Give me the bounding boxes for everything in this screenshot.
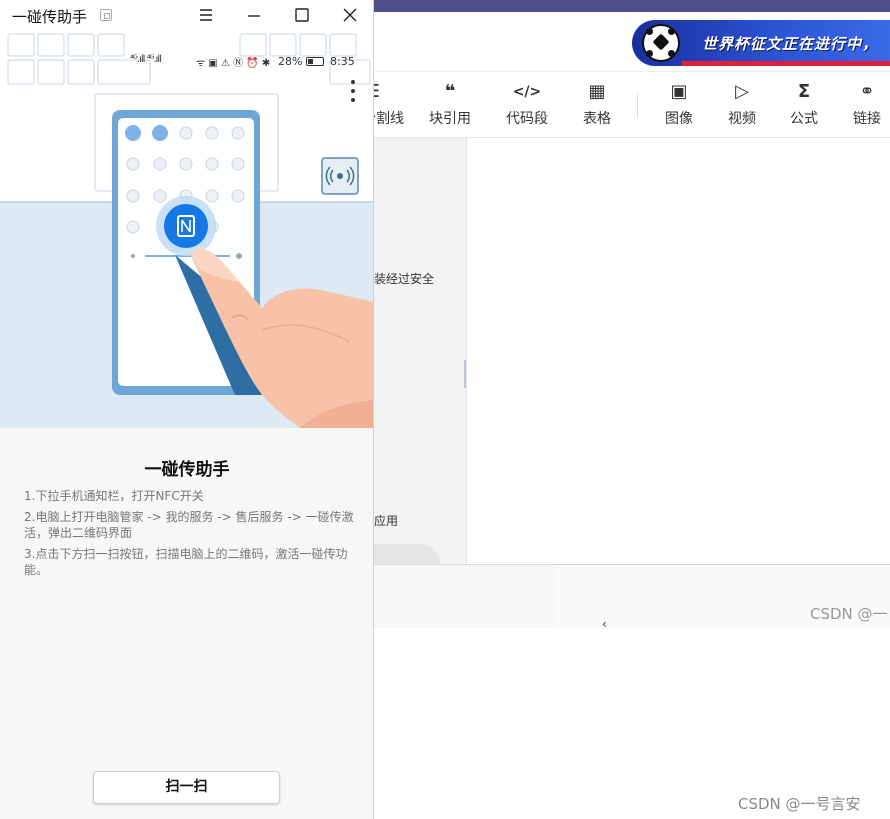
- guide-title: 一碰传助手: [144, 460, 230, 480]
- table-icon: ▦: [588, 81, 606, 102]
- code-icon: </>: [512, 84, 542, 100]
- guide-step: 3.点击下方扫一扫按钮，扫描电脑上的二维码，激活一碰传功能。: [24, 547, 348, 577]
- nfc-assistant-window: 一碰传助手 ⁴ᴳ.ıll ⁴ᴳ.ıll ᯤ ▣ ⚠ Ⓝ ⏰ ✱ 28% 8:35…: [0, 0, 374, 819]
- toolbar-link-button[interactable]: ⚭ 链接: [848, 80, 886, 130]
- cursor-caret: ‹: [602, 617, 607, 631]
- editor-side-panel: 装经过安全 应用: [374, 138, 466, 628]
- minimize-icon: [248, 15, 260, 17]
- toolbar-label: 代码段: [506, 111, 548, 127]
- pin-icon[interactable]: [100, 9, 112, 21]
- watermark-text: CSDN @一: [810, 605, 888, 623]
- football-icon: [642, 24, 680, 62]
- minimize-button[interactable]: [242, 3, 266, 27]
- battery-percent: 28%: [278, 55, 303, 68]
- link-icon: ⚭: [859, 81, 875, 102]
- editor-toolbar: ☰ 分割线 ❝ 块引用 </> 代码段 ▦ 表格 ▣ 图像 ▷ 视频 Σ 公式 …: [362, 72, 890, 138]
- guide-step: 1.下拉手机通知栏，打开NFC开关: [24, 489, 204, 503]
- banner-stripe: [682, 61, 890, 66]
- toolbar-label: 块引用: [429, 111, 471, 127]
- menu-button[interactable]: [194, 3, 218, 27]
- toolbar-image-button[interactable]: ▣ 图像: [660, 80, 698, 130]
- toolbar-label: 图像: [665, 111, 693, 127]
- scan-button[interactable]: 扫一扫: [93, 771, 280, 804]
- side-panel-text: 应用: [374, 514, 399, 528]
- more-options-button[interactable]: [346, 80, 360, 106]
- toolbar-code-button[interactable]: </> 代码段: [502, 80, 552, 130]
- status-icons: ᯤ ▣ ⚠ Ⓝ ⏰ ✱: [196, 58, 271, 69]
- close-button[interactable]: [338, 3, 362, 27]
- toolbar-video-button[interactable]: ▷ 视频: [723, 80, 761, 130]
- battery-icon: [306, 57, 324, 66]
- editor-top-strip: [374, 0, 890, 12]
- banner-text: 世界杯征文正在进行中，: [702, 35, 879, 53]
- video-icon: ▷: [735, 81, 749, 102]
- side-panel-text: 装经过安全: [374, 272, 435, 286]
- phone-status-bar: ⁴ᴳ.ıll ⁴ᴳ.ıll ᯤ ▣ ⚠ Ⓝ ⏰ ✱ 28% 8:35: [130, 54, 360, 70]
- hamburger-icon: [200, 9, 212, 21]
- toolbar-formula-button[interactable]: Σ 公式: [785, 80, 823, 130]
- signal-icon: ⁴ᴳ.ıll ⁴ᴳ.ıll: [130, 54, 162, 65]
- world-cup-banner[interactable]: 世界杯征文正在进行中，: [632, 20, 890, 66]
- quote-icon: ❝: [444, 81, 456, 102]
- toolbar-quote-button[interactable]: ❝ 块引用: [426, 80, 474, 130]
- toolbar-table-button[interactable]: ▦ 表格: [578, 80, 616, 130]
- phone-time: 8:35: [330, 55, 355, 68]
- guide-step: 2.电脑上打开电脑管家 -> 我的服务 -> 售后服务 -> 一碰传激活，弹出二…: [24, 510, 354, 540]
- editor-main-area[interactable]: [466, 138, 890, 564]
- toolbar-label: 公式: [790, 111, 818, 127]
- toolbar-separator: [637, 94, 638, 118]
- close-icon: [343, 8, 357, 22]
- maximize-icon: [295, 8, 309, 22]
- maximize-button[interactable]: [290, 3, 314, 27]
- toolbar-label: 视频: [728, 111, 756, 127]
- nfc-illustration: [0, 30, 373, 428]
- image-icon: ▣: [670, 81, 688, 102]
- toolbar-label: 表格: [583, 111, 611, 127]
- csdn-watermark: CSDN @一号言安: [738, 795, 861, 813]
- toolbar-label: 链接: [853, 111, 881, 127]
- editor-bottom-band: CSDN @一 ‹: [374, 564, 890, 631]
- formula-icon: Σ: [797, 81, 811, 102]
- guide-steps: 1.下拉手机通知栏，打开NFC开关 2.电脑上打开电脑管家 -> 我的服务 ->…: [24, 488, 354, 583]
- window-title-bar: 一碰传助手: [0, 0, 373, 30]
- window-title: 一碰传助手: [12, 8, 88, 26]
- editor-header: 世界杯征文正在进行中，: [374, 12, 890, 72]
